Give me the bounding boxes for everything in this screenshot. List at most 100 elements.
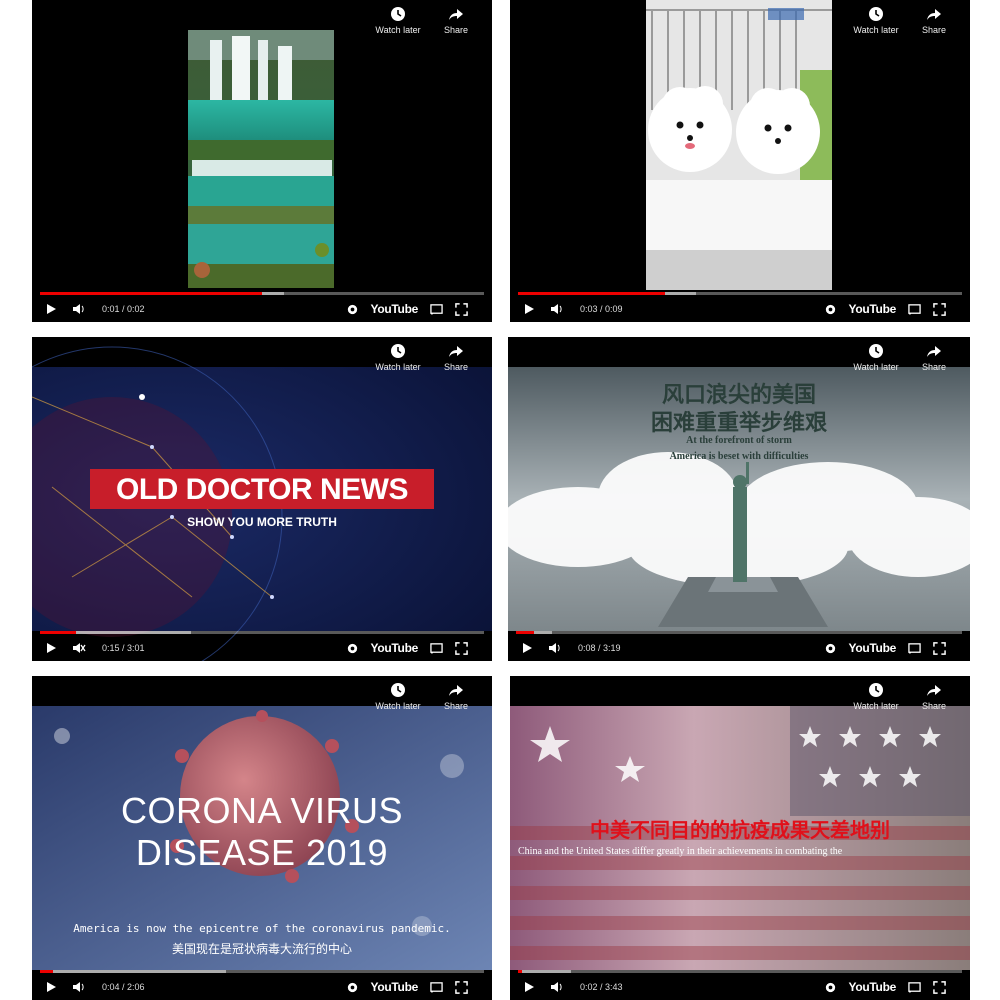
progress-bar[interactable] xyxy=(518,970,962,973)
video-frame[interactable] xyxy=(32,0,492,322)
cast-icon[interactable] xyxy=(908,642,921,655)
cast-icon[interactable] xyxy=(430,642,443,655)
top-actions: Watch later Share xyxy=(375,682,474,711)
volume-icon[interactable] xyxy=(72,980,86,994)
share-button[interactable]: Share xyxy=(916,343,952,372)
play-icon[interactable] xyxy=(520,641,534,655)
control-bar: 0:04 / 2:06 YouTube xyxy=(32,974,492,1000)
overlay-cn-line2: 困难重重举步维艰 xyxy=(650,411,827,436)
video-thumbnail-puppies xyxy=(646,0,832,290)
share-button[interactable]: Share xyxy=(916,6,952,35)
video-frame[interactable]: 中美不同目的的抗疫成果天差地别 China and the United Sta… xyxy=(510,676,970,1000)
clock-icon xyxy=(869,344,883,358)
top-actions: Watch later Share xyxy=(853,682,952,711)
watch-later-button[interactable]: Watch later xyxy=(375,6,421,35)
watch-later-button[interactable]: Watch later xyxy=(375,343,421,372)
volume-muted-icon[interactable] xyxy=(72,641,86,655)
fullscreen-icon[interactable] xyxy=(933,980,946,994)
volume-icon[interactable] xyxy=(550,302,564,316)
control-bar: 0:15 / 3:01 YouTube xyxy=(32,635,492,661)
progress-bar[interactable] xyxy=(516,631,962,634)
play-icon[interactable] xyxy=(44,302,58,316)
progress-bar[interactable] xyxy=(40,631,484,634)
control-bar: 0:01 / 0:02 YouTube xyxy=(32,296,492,322)
time-display: 0:03 / 0:09 xyxy=(580,304,623,314)
settings-gear-icon[interactable] xyxy=(824,642,837,655)
progress-buffer xyxy=(518,970,572,973)
fullscreen-icon[interactable] xyxy=(933,641,946,655)
share-button[interactable]: Share xyxy=(438,343,474,372)
fullscreen-icon[interactable] xyxy=(455,980,468,994)
video-player-4[interactable]: 风口浪尖的美国 困难重重举步维艰 At the forefront of sto… xyxy=(508,337,970,661)
youtube-logo[interactable]: YouTube xyxy=(371,302,419,316)
video-frame[interactable] xyxy=(510,0,970,322)
video-frame[interactable]: CORONA VIRUS DISEASE 2019 America is now… xyxy=(32,676,492,1000)
video-frame[interactable]: OLD DOCTOR NEWS SHOW YOU MORE TRUTH xyxy=(32,337,492,661)
top-actions: Watch later Share xyxy=(853,343,952,372)
progress-bar[interactable] xyxy=(40,970,484,973)
youtube-logo[interactable]: YouTube xyxy=(849,302,897,316)
settings-gear-icon[interactable] xyxy=(346,981,359,994)
clock-icon xyxy=(391,7,405,21)
youtube-logo[interactable]: YouTube xyxy=(849,641,897,655)
watch-later-label: Watch later xyxy=(375,25,421,35)
video-player-1[interactable]: Watch later Share 0:01 / 0:02 YouTube xyxy=(32,0,492,322)
video-player-3[interactable]: OLD DOCTOR NEWS SHOW YOU MORE TRUTH Watc… xyxy=(32,337,492,661)
video-player-6[interactable]: 中美不同目的的抗疫成果天差地别 China and the United Sta… xyxy=(510,676,970,1000)
time-display: 0:15 / 3:01 xyxy=(102,643,145,653)
watch-later-button[interactable]: Watch later xyxy=(375,682,421,711)
video-player-5[interactable]: CORONA VIRUS DISEASE 2019 America is now… xyxy=(32,676,492,1000)
share-button[interactable]: Share xyxy=(438,6,474,35)
overlay-en-line2: America is beset with difficulties xyxy=(669,451,809,462)
overlay-subtitle: SHOW YOU MORE TRUTH xyxy=(187,515,337,529)
time-display: 0:02 / 3:43 xyxy=(580,982,623,992)
progress-bar[interactable] xyxy=(40,292,484,295)
overlay-title-line2: DISEASE 2019 xyxy=(135,832,389,873)
settings-gear-icon[interactable] xyxy=(824,303,837,316)
top-actions: Watch later Share xyxy=(375,343,474,372)
youtube-logo[interactable]: YouTube xyxy=(371,641,419,655)
fullscreen-icon[interactable] xyxy=(455,302,468,316)
share-label: Share xyxy=(443,25,469,35)
cast-icon[interactable] xyxy=(908,981,921,994)
share-label: Share xyxy=(921,701,947,711)
settings-gear-icon[interactable] xyxy=(824,981,837,994)
watch-later-button[interactable]: Watch later xyxy=(853,6,899,35)
volume-icon[interactable] xyxy=(72,302,86,316)
cast-icon[interactable] xyxy=(908,303,921,316)
share-arrow-icon xyxy=(449,685,463,696)
share-button[interactable]: Share xyxy=(916,682,952,711)
control-bar: 0:02 / 3:43 YouTube xyxy=(510,974,970,1000)
control-bar: 0:03 / 0:09 YouTube xyxy=(510,296,970,322)
share-arrow-icon xyxy=(449,9,463,20)
share-button[interactable]: Share xyxy=(438,682,474,711)
play-icon[interactable] xyxy=(44,641,58,655)
watch-later-label: Watch later xyxy=(375,701,421,711)
video-frame[interactable]: 风口浪尖的美国 困难重重举步维艰 At the forefront of sto… xyxy=(508,337,970,661)
share-label: Share xyxy=(443,362,469,372)
settings-gear-icon[interactable] xyxy=(346,642,359,655)
top-actions: Watch later Share xyxy=(853,6,952,35)
watch-later-button[interactable]: Watch later xyxy=(853,682,899,711)
youtube-logo[interactable]: YouTube xyxy=(849,980,897,994)
cast-icon[interactable] xyxy=(430,981,443,994)
play-icon[interactable] xyxy=(522,980,536,994)
clock-icon xyxy=(869,683,883,697)
progress-bar[interactable] xyxy=(518,292,962,295)
cast-icon[interactable] xyxy=(430,303,443,316)
video-player-2[interactable]: Watch later Share 0:03 / 0:09 YouTube xyxy=(510,0,970,322)
volume-icon[interactable] xyxy=(548,641,562,655)
share-label: Share xyxy=(921,25,947,35)
share-arrow-icon xyxy=(449,346,463,357)
watch-later-label: Watch later xyxy=(853,362,899,372)
settings-gear-icon[interactable] xyxy=(346,303,359,316)
watch-later-button[interactable]: Watch later xyxy=(853,343,899,372)
play-icon[interactable] xyxy=(522,302,536,316)
fullscreen-icon[interactable] xyxy=(933,302,946,316)
play-icon[interactable] xyxy=(44,980,58,994)
share-label: Share xyxy=(443,701,469,711)
overlay-chinese-title: 中美不同目的的抗疫成果天差地别 xyxy=(590,818,890,842)
volume-icon[interactable] xyxy=(550,980,564,994)
youtube-logo[interactable]: YouTube xyxy=(371,980,419,994)
fullscreen-icon[interactable] xyxy=(455,641,468,655)
